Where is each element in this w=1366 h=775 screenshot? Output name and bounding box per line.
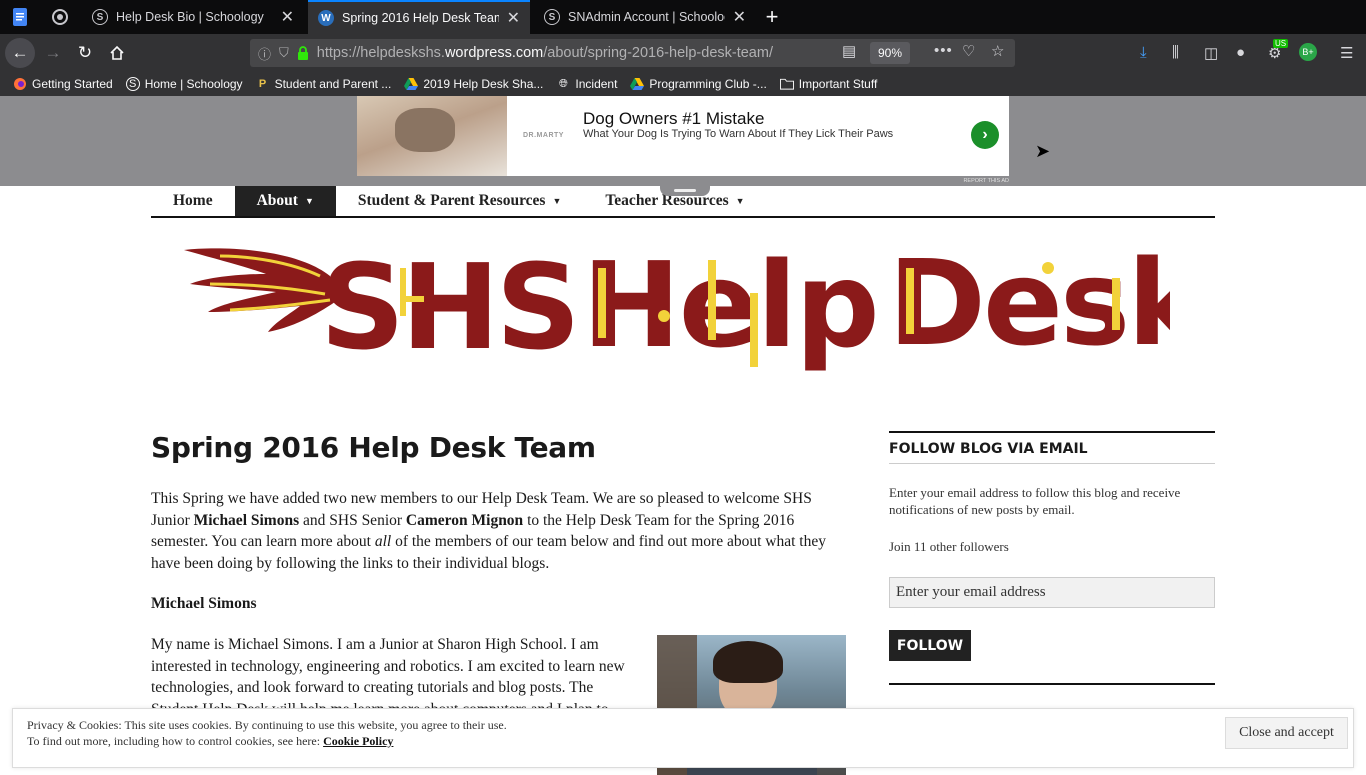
pinned-tab-app[interactable] [40, 0, 80, 34]
url-bar[interactable]: ⓘ ⛉ https://helpdeskshs.wordpress.com/ab… [250, 39, 1015, 67]
widget-description: Enter your email address to follow this … [889, 485, 1181, 517]
report-ad-link[interactable]: REPORT THIS AD [963, 178, 1009, 184]
ad-dog-image [357, 96, 507, 176]
ad-strip: DR.MARTY Dog Owners #1 Mistake What Your… [0, 96, 1366, 196]
chevron-down-icon: ▼ [735, 196, 745, 206]
bookmark-incident[interactable]: 🌐︎ Incident [556, 77, 617, 91]
bookmark-student-parent[interactable]: P Student and Parent ... [256, 77, 391, 91]
logo-shs: SHS [320, 238, 577, 376]
bookmark-star-icon[interactable]: ☆ [991, 42, 1004, 60]
follow-button[interactable]: FOLLOW [889, 630, 971, 661]
close-and-accept-button[interactable]: Close and accept [1225, 717, 1348, 749]
download-icon[interactable]: ⤓ [1140, 44, 1147, 61]
wordpress-icon: W [318, 10, 334, 26]
home-button[interactable] [102, 38, 132, 68]
ad-collapse-handle[interactable] [660, 184, 710, 196]
tab-label: Help Desk Bio | Schoology [116, 10, 264, 24]
pinned-tab-docs[interactable] [0, 0, 40, 34]
arrow-left-icon: ← [11, 43, 29, 62]
intro-paragraph: This Spring we have added two new member… [151, 490, 826, 572]
docs-icon [13, 8, 27, 26]
ad-brand: DR.MARTY [523, 132, 564, 139]
grammar-extension-icon[interactable]: B+ [1299, 43, 1317, 61]
info-icon[interactable]: ⓘ [258, 44, 271, 63]
chevron-right-icon: › [982, 126, 988, 143]
schoology-icon: S [92, 9, 108, 25]
bookmark-important-stuff[interactable]: Important Stuff [779, 77, 877, 91]
account-icon[interactable]: ● [1236, 44, 1245, 61]
library-icon[interactable]: ⫼ [1172, 44, 1179, 61]
sidebar-icon[interactable]: ◫ [1204, 44, 1218, 62]
pocket-icon[interactable]: ♡ [962, 42, 975, 60]
drive-icon [630, 77, 645, 91]
page-title: Spring 2016 Help Desk Team [151, 431, 596, 464]
schoology-icon: S [544, 9, 560, 25]
lock-icon[interactable] [297, 46, 309, 60]
navigation-toolbar: ← → ↻ ⓘ ⛉ https://helpdeskshs.wordpress.… [0, 34, 1366, 72]
chevron-down-icon: ▼ [552, 196, 562, 206]
nav-home[interactable]: Home [151, 186, 235, 216]
tab-label: Spring 2016 Help Desk Team – [342, 11, 499, 25]
drive-icon [404, 77, 419, 91]
email-field[interactable] [889, 577, 1215, 608]
tab-label: SNAdmin Account | Schoology [568, 10, 725, 24]
close-tab-icon[interactable]: ✕ [507, 8, 520, 28]
bookmark-home-schoology[interactable]: S Home | Schoology [125, 77, 243, 91]
bookmark-getting-started[interactable]: Getting Started [13, 77, 113, 91]
widget-title: FOLLOW BLOG VIA EMAIL [889, 431, 1215, 464]
zoom-indicator[interactable]: 90% [870, 42, 910, 64]
back-button[interactable]: ← [5, 38, 35, 68]
home-icon [110, 45, 124, 60]
cookie-policy-link[interactable]: Cookie Policy [323, 734, 393, 748]
circle-app-icon [52, 9, 68, 25]
logo-help: Help [582, 238, 878, 374]
followers-count: Join 11 other followers [889, 539, 1009, 554]
p-icon: P [258, 78, 267, 90]
chevron-down-icon: ▼ [304, 196, 314, 206]
ad-banner[interactable]: DR.MARTY Dog Owners #1 Mistake What Your… [357, 96, 1009, 184]
globe-icon: 🌐︎ [558, 77, 568, 90]
tab-spring-2016[interactable]: W Spring 2016 Help Desk Team – ✕ [308, 0, 530, 34]
cookie-text: Privacy & Cookies: This site uses cookie… [27, 718, 507, 748]
tab-bar: S Help Desk Bio | Schoology ✕ W Spring 2… [0, 0, 1366, 34]
forward-button[interactable]: → [38, 38, 68, 68]
member-heading: Michael Simons [151, 595, 257, 612]
logo-desk: Desk [888, 238, 1170, 372]
tab-snadmin[interactable]: S SNAdmin Account | Schoology ✕ [534, 0, 756, 34]
bookmarks-bar: Getting Started S Home | Schoology P Stu… [0, 72, 1366, 96]
reload-icon: ↻ [77, 43, 93, 62]
more-actions-icon[interactable]: ••• [934, 42, 953, 59]
wing-icon [184, 248, 338, 332]
arrow-right-icon: → [44, 43, 62, 62]
ad-subtitle: What Your Dog Is Trying To Warn About If… [583, 128, 894, 140]
shield-icon[interactable]: ⛉ [279, 45, 289, 61]
sidebar: FOLLOW BLOG VIA EMAIL Enter your email a… [889, 431, 1215, 685]
nav-about[interactable]: About ▼ [234, 186, 336, 216]
url-text: https://helpdeskshs.wordpress.com/about/… [316, 45, 773, 61]
close-tab-icon[interactable]: ✕ [733, 7, 746, 27]
folder-icon [779, 77, 794, 91]
reload-button[interactable]: ↻ [70, 38, 100, 68]
mouse-cursor-icon: ➤ [1035, 141, 1051, 161]
widget-divider [889, 683, 1215, 685]
bookmark-help-desk-sheet[interactable]: 2019 Help Desk Sha... [404, 77, 543, 91]
extension-badge: US [1273, 39, 1289, 48]
schoology-icon: S [125, 77, 140, 91]
menu-icon[interactable]: ☰ [1340, 44, 1353, 62]
ad-title: Dog Owners #1 Mistake [583, 109, 765, 128]
nav-student-parent-resources[interactable]: Student & Parent Resources ▼ [336, 186, 584, 216]
site-logo[interactable]: SHS Help Desk [180, 238, 1170, 380]
tab-help-desk-bio[interactable]: S Help Desk Bio | Schoology ✕ [82, 0, 304, 34]
reader-view-icon[interactable]: ▤ [842, 42, 856, 60]
bookmark-programming-club[interactable]: Programming Club -... [630, 77, 767, 91]
firefox-icon [13, 77, 27, 91]
cookie-banner: Privacy & Cookies: This site uses cookie… [12, 708, 1354, 768]
new-tab-button[interactable]: + [758, 0, 786, 34]
ad-arrow-button[interactable]: › [971, 121, 999, 149]
close-tab-icon[interactable]: ✕ [281, 7, 294, 27]
